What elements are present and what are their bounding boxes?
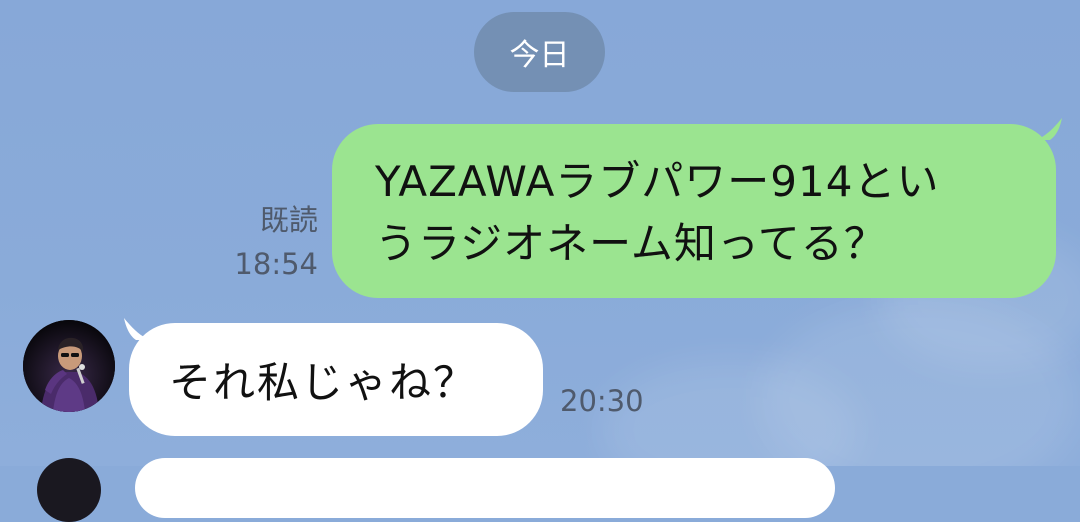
message-text: それ私じゃね？ <box>169 358 478 407</box>
avatar[interactable] <box>37 458 101 522</box>
read-receipt: 既読 <box>259 203 318 237</box>
outgoing-message-bubble[interactable]: YAZAWAラブパワー914とい うラジオネーム知ってる？ <box>332 124 1056 298</box>
avatar[interactable] <box>23 320 115 412</box>
message-time: 18:54 <box>234 247 318 281</box>
message-time: 20:30 <box>560 384 644 418</box>
date-separator: 今日 <box>474 12 605 92</box>
performer-avatar-icon <box>23 320 115 412</box>
outgoing-message-meta: 既読 18:54 <box>234 198 318 286</box>
message-text-line: YAZAWAラブパワー914とい <box>375 157 940 206</box>
message-text-line: うラジオネーム知ってる？ <box>375 219 887 268</box>
incoming-message-bubble[interactable] <box>135 458 835 518</box>
incoming-message-bubble[interactable]: それ私じゃね？ <box>129 323 543 436</box>
